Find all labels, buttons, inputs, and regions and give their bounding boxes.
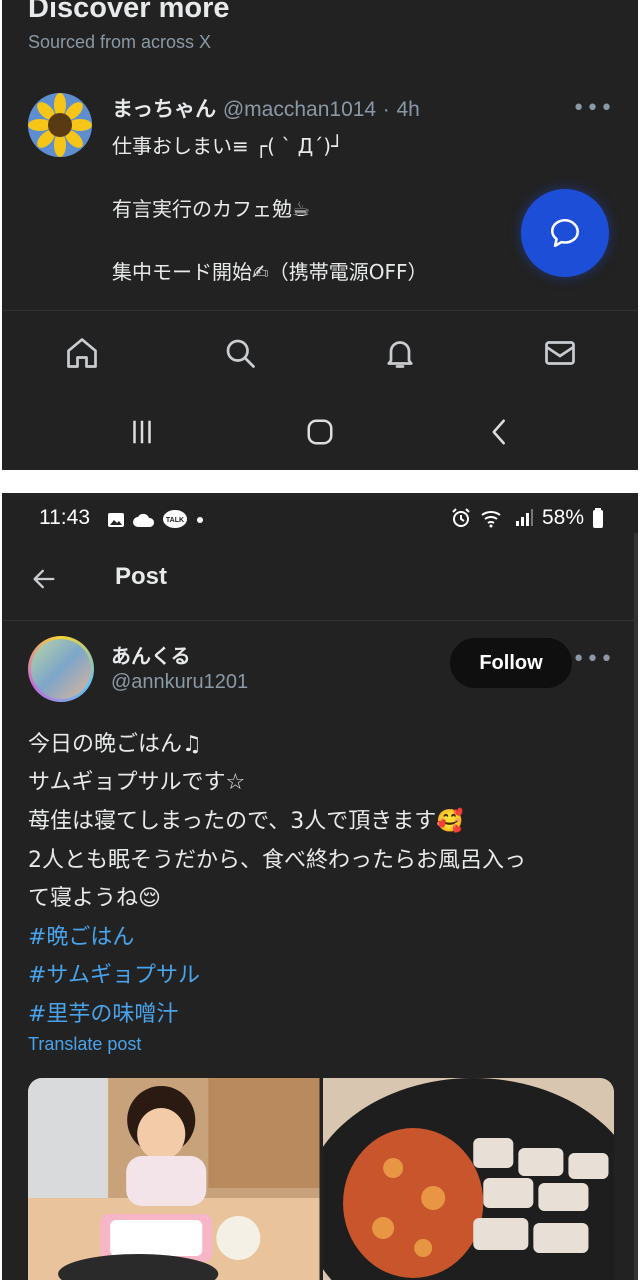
svg-text:TALK: TALK bbox=[166, 517, 184, 524]
alarm-icon bbox=[452, 508, 470, 527]
system-back-button[interactable] bbox=[480, 414, 520, 450]
display-name[interactable]: まっちゃん bbox=[112, 97, 216, 121]
separator: · bbox=[382, 98, 390, 121]
hashtag-link[interactable]: #里芋の味噌汁 bbox=[28, 996, 178, 1028]
chat-bubble-icon bbox=[550, 218, 580, 248]
tweet-text-line: 集中モード開始✍（携帯電源OFF） bbox=[112, 260, 428, 284]
tweet-text-line: 有言実行のカフェ勉☕ bbox=[112, 197, 310, 221]
discover-subtitle: Sourced from across X bbox=[28, 32, 212, 52]
display-name[interactable]: あんくる bbox=[111, 640, 191, 669]
arrow-left-icon bbox=[33, 569, 55, 589]
mail-icon bbox=[545, 341, 575, 365]
status-time: 11:43 bbox=[39, 506, 90, 529]
tweet-text-line: 今日の晩ごはん♫ bbox=[28, 732, 202, 757]
translate-post-link[interactable]: Translate post bbox=[28, 1034, 141, 1055]
recents-icon bbox=[133, 420, 151, 444]
bell-icon bbox=[387, 341, 413, 368]
signal-icon bbox=[515, 509, 533, 526]
post-detail-screen: 11:43 TALK 58% Post あんくる @annkuru1201 Fo… bbox=[2, 493, 638, 1280]
recents-button[interactable] bbox=[122, 414, 162, 450]
home-circle-icon bbox=[307, 419, 333, 445]
notification-icons: TALK bbox=[106, 509, 206, 531]
tweet-text-line: サムギョプサルです☆ bbox=[28, 770, 246, 795]
child-dinner-image bbox=[28, 1078, 320, 1280]
media-grid bbox=[28, 1078, 614, 1280]
photo-child-dinner[interactable] bbox=[28, 1078, 320, 1280]
system-navigation-bar bbox=[2, 394, 638, 470]
dot-icon bbox=[197, 517, 203, 523]
discover-title: Discover more bbox=[28, 0, 230, 24]
family-avatar-image bbox=[31, 639, 91, 699]
hashtag-link[interactable]: #サムギョプサル bbox=[28, 957, 200, 989]
status-bar: 11:43 TALK 58% bbox=[2, 493, 638, 543]
notifications-tab[interactable] bbox=[380, 333, 420, 373]
battery-icon bbox=[593, 508, 603, 528]
home-tab[interactable] bbox=[62, 333, 102, 373]
battery-percent: 58% bbox=[541, 506, 584, 529]
tweet-header: まっちゃん @macchan1014 · 4h bbox=[112, 93, 420, 123]
wifi-icon bbox=[481, 511, 501, 528]
tweet-text-line: て寝ようね😌 bbox=[28, 886, 161, 911]
back-chevron-icon bbox=[492, 419, 505, 445]
samgyeopsal-image bbox=[322, 1078, 614, 1280]
system-status-icons: 58% bbox=[450, 506, 604, 530]
more-options-icon[interactable]: ••• bbox=[572, 96, 614, 121]
avatar[interactable] bbox=[28, 636, 94, 702]
discover-screen: Discover more Sourced from across X まっちゃ… bbox=[2, 0, 638, 470]
sunflower-avatar-image bbox=[28, 93, 92, 157]
back-button[interactable] bbox=[28, 563, 60, 595]
cloud-icon bbox=[133, 513, 155, 527]
search-tab[interactable] bbox=[220, 333, 260, 373]
bottom-tab-bar bbox=[2, 310, 638, 394]
user-handle[interactable]: @annkuru1201 bbox=[111, 671, 248, 694]
follow-button[interactable]: Follow bbox=[450, 638, 572, 688]
hashtag-link[interactable]: #晩ごはん bbox=[28, 919, 134, 951]
post-header: Post bbox=[2, 543, 638, 621]
avatar[interactable] bbox=[28, 93, 92, 157]
search-icon bbox=[226, 339, 255, 368]
home-icon bbox=[67, 338, 97, 368]
scrollbar[interactable] bbox=[634, 533, 638, 1280]
tweet-text-line: 苺佳は寝てしまったので、3人で頂きます🥰 bbox=[28, 809, 464, 834]
tweet-text-line: 2人とも眠そうだから、食べ終わったらお風呂入っ bbox=[28, 848, 526, 873]
tweet-text-line: 仕事おしまい≡ ┌( ˋ Д´)┘ bbox=[112, 134, 344, 158]
gallery-icon bbox=[108, 513, 124, 527]
timestamp[interactable]: 4h bbox=[396, 98, 419, 121]
photo-samgyeopsal[interactable] bbox=[322, 1078, 614, 1280]
messages-tab[interactable] bbox=[540, 333, 580, 373]
compose-message-button[interactable] bbox=[521, 189, 609, 277]
more-options-icon[interactable]: ••• bbox=[572, 647, 614, 672]
system-home-button[interactable] bbox=[300, 414, 340, 450]
page-title: Post bbox=[115, 563, 168, 590]
user-handle[interactable]: @macchan1014 bbox=[223, 98, 376, 121]
talk-icon: TALK bbox=[163, 510, 187, 528]
